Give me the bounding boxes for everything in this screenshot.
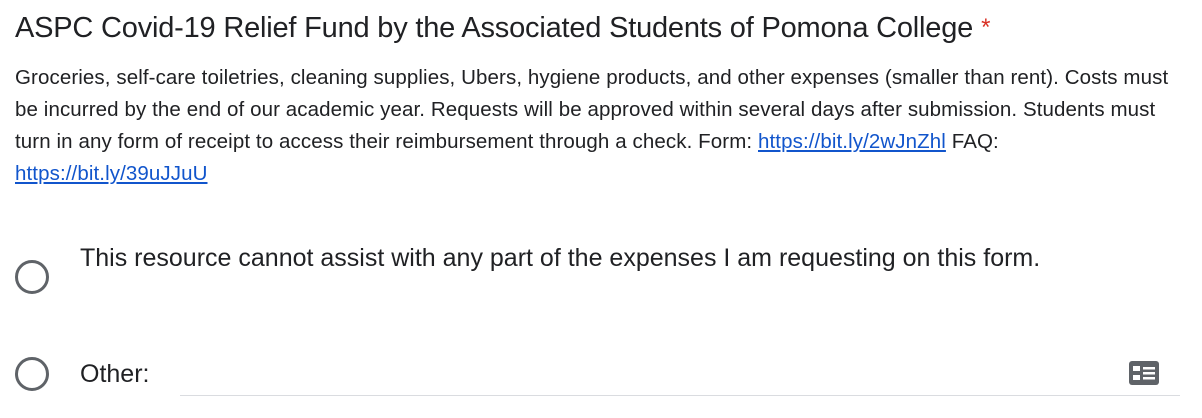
question-title: ASPC Covid-19 Relief Fund by the Associa… — [15, 8, 1185, 48]
option-label-cannot-assist[interactable]: This resource cannot assist with any par… — [80, 238, 1160, 278]
faq-label: FAQ: — [951, 130, 999, 153]
other-text-input[interactable] — [180, 357, 1180, 396]
option-cannot-assist[interactable]: This resource cannot assist with any par… — [15, 238, 1185, 294]
faq-link[interactable]: https://bit.ly/39uJJuU — [15, 162, 208, 185]
required-asterisk: * — [981, 14, 991, 41]
question-block: ASPC Covid-19 Relief Fund by the Associa… — [15, 8, 1185, 190]
radio-button-cannot-assist[interactable] — [15, 260, 49, 294]
form-link[interactable]: https://bit.ly/2wJnZhl — [758, 130, 946, 153]
option-label-other[interactable]: Other: — [80, 357, 149, 391]
radio-button-other[interactable] — [15, 357, 49, 391]
question-description: Groceries, self-care toiletries, cleanin… — [15, 62, 1185, 190]
text-field-icon — [1129, 361, 1159, 385]
question-title-text: ASPC Covid-19 Relief Fund by the Associa… — [15, 12, 974, 44]
